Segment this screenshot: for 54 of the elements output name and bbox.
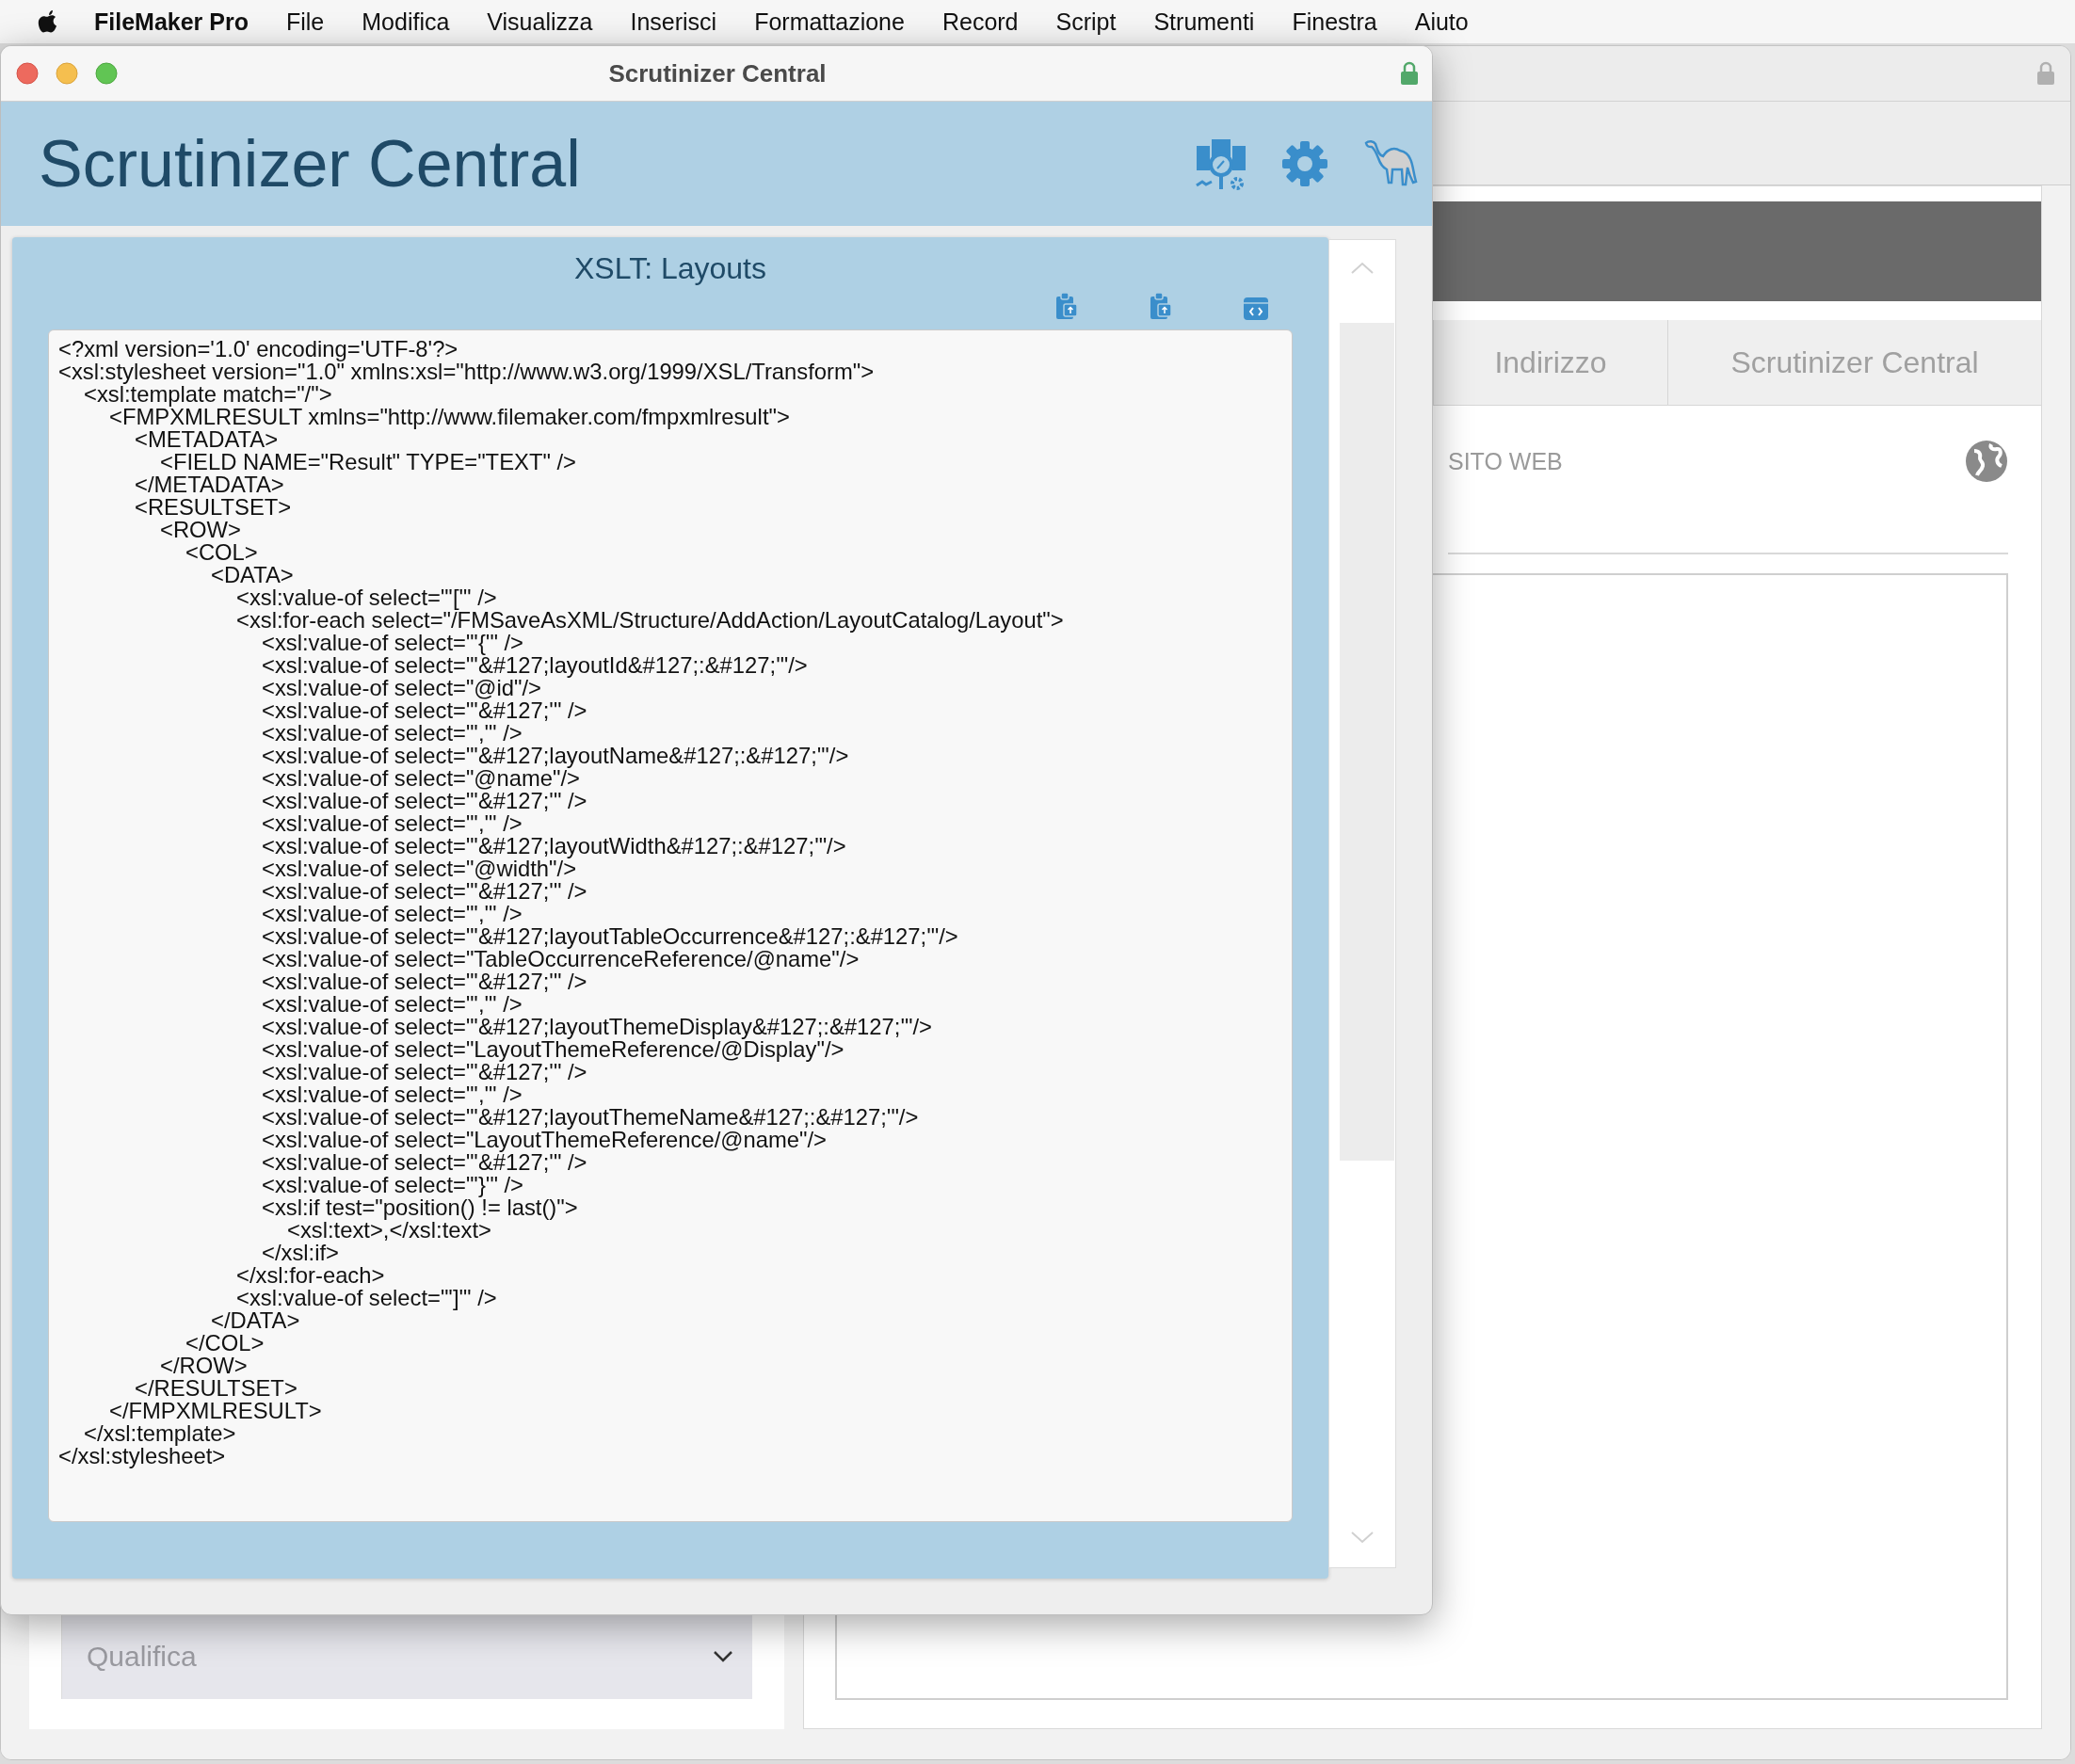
code-line: <xsl:value-of select="','" /> (261, 1083, 523, 1106)
code-line: <FMPXMLRESULT xmlns="http://www.filemaker.com/fmpxmlresult"> (109, 406, 790, 428)
app-title: Scrutinizer Central (39, 126, 581, 201)
code-line: <xsl:value-of select="LayoutThemeReference/@Display"/> (261, 1038, 844, 1061)
code-line: <xsl:if test="position() != last()"> (261, 1196, 578, 1219)
code-line: <xsl:value-of select="TableOccurrenceReference/@name"/> (261, 948, 860, 970)
code-line: <xsl:value-of select="','" /> (261, 812, 523, 835)
code-line: <xsl:value-of select="']'" /> (235, 1287, 497, 1309)
code-line: <xsl:value-of select="','" /> (261, 903, 523, 925)
code-line: </COL> (185, 1332, 265, 1355)
code-line: <xsl:value-of select="'&#127;'" /> (261, 699, 587, 722)
code-line: </DATA> (210, 1309, 300, 1332)
code-line: <xsl:stylesheet version="1.0" xmlns:xsl="http://www.w3.org/1999/XSL/Transform"> (58, 361, 875, 383)
code-line: <xsl:value-of select="','" /> (261, 722, 523, 745)
code-line: <xsl:value-of select="@width"/> (261, 858, 577, 880)
code-line: <xsl:for-each select="/FMSaveAsXML/Structure/AddAction/LayoutCatalog/Layout"> (235, 609, 1064, 632)
code-line: <xsl:value-of select="'&#127;layoutThemeDisplay&#127;:&#127;'"/> (261, 1016, 932, 1038)
window-title: Scrutinizer Central (607, 58, 828, 88)
code-line: <xsl:value-of select="'&#127;'" /> (261, 1151, 587, 1174)
code-line: </FMPXMLRESULT> (108, 1400, 322, 1422)
code-line: </xsl:for-each> (235, 1264, 385, 1287)
code-line: <xsl:value-of select="'&#127;layoutTableOccurrence&#127;:&#127;'"/> (261, 925, 958, 948)
code-line: <DATA> (210, 564, 294, 586)
code-line: </METADATA> (134, 473, 284, 496)
code-line: <xsl:value-of select="LayoutThemeReference/@name"/> (261, 1129, 827, 1151)
code-line: <COL> (185, 541, 258, 564)
code-line: </xsl:stylesheet> (58, 1445, 226, 1467)
code-line: </xsl:template> (83, 1422, 236, 1445)
field-label: SITO WEB (1448, 447, 1563, 475)
code-line: </xsl:if> (261, 1242, 339, 1264)
code-line: <xsl:value-of select="'&#127;'" /> (261, 1061, 587, 1083)
code-line: <ROW> (159, 519, 241, 541)
code-line: <FIELD NAME="Result" TYPE="TEXT" /> (159, 451, 576, 473)
code-line: <xsl:value-of select="@name"/> (261, 767, 580, 790)
code-line: <xsl:text>,</xsl:text> (286, 1219, 491, 1242)
code-line: <xsl:value-of select="','" /> (261, 993, 523, 1016)
code-line: <xsl:value-of select="'&#127;layoutId&#127;:&#127;'"/> (261, 654, 808, 677)
code-line: <METADATA> (134, 428, 279, 451)
code-line: <RESULTSET> (134, 496, 292, 519)
code-line: <xsl:value-of select="'&#127;'" /> (261, 880, 587, 903)
code-line: <xsl:value-of select="'&#127;'" /> (261, 970, 587, 993)
code-line: </RESULTSET> (134, 1377, 298, 1400)
code-line: <xsl:template match="/"> (84, 383, 332, 406)
code-line: <?xml version='1.0' encoding='UTF-8'?> (58, 338, 458, 361)
code-line: <xsl:value-of select="'{'" /> (261, 632, 523, 654)
code-line: <xsl:value-of select="@id"/> (261, 677, 541, 699)
code-line: <xsl:value-of select="'}'" /> (261, 1174, 523, 1196)
code-line: <xsl:value-of select="'['" /> (235, 586, 497, 609)
code-line: <xsl:value-of select="'&#127;layoutWidth&#127;:&#127;'"/> (261, 835, 846, 858)
panel-title: XSLT: Layouts (573, 250, 767, 287)
code-line: </ROW> (159, 1355, 248, 1377)
code-line: <xsl:value-of select="'&#127;'" /> (261, 790, 587, 812)
code-line: <xsl:value-of select="'&#127;layoutThemeName&#127;:&#127;'"/> (261, 1106, 919, 1129)
code-line: <xsl:value-of select="'&#127;layoutName&#127;:&#127;'"/> (261, 745, 849, 767)
